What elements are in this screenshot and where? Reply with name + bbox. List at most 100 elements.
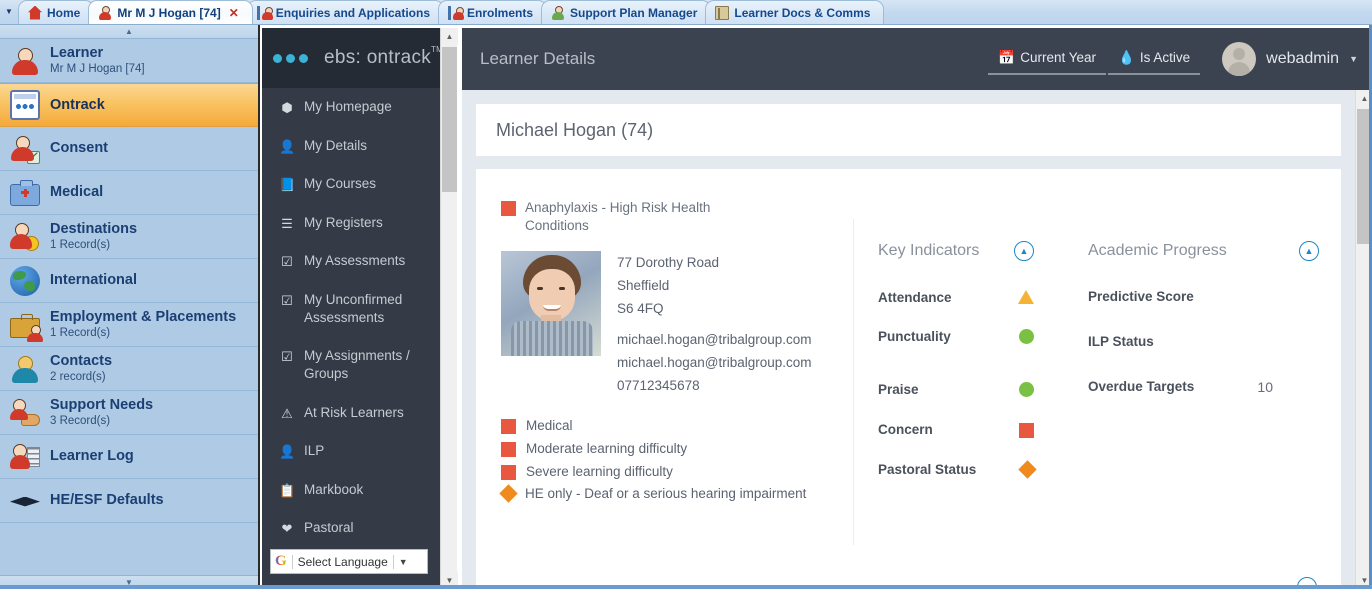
profile-column: 77 Dorothy Road Sheffield S6 4FQ michael…	[476, 250, 836, 504]
chevron-down-icon[interactable]: ▼	[399, 557, 408, 567]
nav-item-my-courses[interactable]: 📘 My Courses	[262, 165, 440, 204]
close-icon[interactable]: ✕	[229, 6, 239, 20]
academic-progress-panel: Academic Progress ▲ Predictive Score ILP…	[1068, 218, 1341, 443]
user-menu[interactable]: webadmin ▼	[1222, 42, 1358, 76]
nav-item-pastoral[interactable]: ❤ Pastoral	[262, 509, 440, 548]
window-bottom-edge	[0, 585, 1372, 589]
progress-label: Overdue Targets	[1088, 379, 1195, 395]
nav-item-my-assignments-groups[interactable]: ☑ My Assignments / Groups	[262, 337, 440, 393]
divider	[392, 554, 394, 569]
sidebar-item-contacts[interactable]: Contacts 2 record(s)	[0, 347, 258, 391]
browser-tab-enquiries[interactable]: Enquiries and Applications	[246, 0, 444, 24]
tab-overflow-arrow[interactable]: ▼	[0, 0, 18, 24]
medical-bag-icon	[10, 179, 40, 206]
nav-item-my-homepage[interactable]: ⬢ My Homepage	[262, 88, 440, 127]
person-check-icon: 👤	[279, 444, 296, 460]
calendar-icon: 📅	[998, 49, 1016, 65]
sidebar-scroll-up[interactable]: ▲	[0, 25, 258, 39]
nav-item-my-registers[interactable]: ☰ My Registers	[262, 204, 440, 243]
nav-item-ilp[interactable]: 👤 ILP	[262, 432, 440, 471]
helping-hand-icon	[10, 398, 40, 428]
sidebar-item-international[interactable]: International	[0, 259, 258, 303]
sidebar-item-employment-placements[interactable]: Employment & Placements 1 Record(s)	[0, 303, 258, 347]
sidebar-item-learner-log[interactable]: Learner Log	[0, 435, 258, 479]
nav-item-label: My Unconfirmed Assessments	[304, 291, 403, 325]
scroll-up-arrow[interactable]: ▲	[441, 28, 458, 45]
page-title: Learner Details	[480, 49, 596, 68]
collapse-icon[interactable]: ▲	[1014, 240, 1034, 261]
trademark-mark: TM	[430, 45, 440, 54]
nav-item-markbook[interactable]: 📋 Markbook	[262, 471, 440, 510]
indicator-label: Punctuality	[878, 328, 951, 344]
globe-icon	[10, 265, 40, 296]
flag-row: HE only - Deaf or a serious hearing impa…	[499, 483, 836, 504]
is-active-button[interactable]: 💧 Is Active	[1108, 44, 1201, 75]
consent-icon: ✓	[10, 134, 40, 164]
sidebar-item-learner[interactable]: Learner Mr M J Hogan [74]	[0, 39, 258, 83]
language-selector[interactable]: G Select Language ▼	[270, 549, 428, 574]
sidebar-item-destinations[interactable]: Destinations 1 Record(s)	[0, 215, 258, 259]
learner-photo	[501, 250, 601, 356]
browser-tab-learner-docs[interactable]: Learner Docs & Comms	[705, 0, 885, 24]
app-header: Learner Details 📅 Current Year 💧 Is Acti…	[462, 28, 1372, 90]
person-green-icon	[551, 5, 565, 20]
sidebar-item-label: International	[50, 272, 138, 289]
sidebar-item-consent[interactable]: ✓ Consent	[0, 127, 258, 171]
ontrack-nav-panel: ebs: ontrack TM ⬢ My Homepage 👤 My Detail…	[262, 28, 440, 589]
sidebar-item-sublabel: Mr M J Hogan [74]	[50, 62, 145, 75]
collapse-icon[interactable]: ▲	[1299, 240, 1319, 261]
browser-tab-learner[interactable]: Mr M J Hogan [74] ✕	[88, 0, 253, 24]
warning-icon: ⚠	[281, 405, 293, 421]
phone-number: 07712345678	[617, 378, 700, 394]
sidebar-items: Learner Mr M J Hogan [74] Ontrack ✓ Cons…	[0, 39, 258, 575]
email-primary: michael.hogan@tribalgroup.com	[617, 331, 812, 347]
sidebar-item-label: Medical	[50, 184, 104, 201]
nav-item-my-details[interactable]: 👤 My Details	[262, 127, 440, 166]
browser-tab-enrolments[interactable]: Enrolments	[438, 0, 548, 24]
sidebar-item-he-esf-defaults[interactable]: HE/ESF Defaults	[0, 479, 258, 523]
triangle-status-icon	[1018, 290, 1034, 305]
indicator-label: Praise	[878, 381, 919, 397]
nav-scrollbar[interactable]: ▲ ▼	[440, 28, 458, 589]
browser-tab-label: Home	[47, 5, 81, 20]
id-card-icon: 👤	[279, 138, 296, 154]
home-icon	[28, 5, 42, 20]
sidebar-item-label: Ontrack	[50, 96, 105, 113]
sidebar-item-label: HE/ESF Defaults	[50, 492, 164, 509]
next-section-card: ▲	[476, 545, 1341, 589]
indicator-row-concern: Concern	[878, 414, 1034, 455]
summary-columns: 77 Dorothy Road Sheffield S6 4FQ michael…	[476, 218, 1341, 589]
nav-item-label: Pastoral	[304, 520, 354, 536]
key-indicators-title: Key Indicators	[878, 241, 980, 259]
progress-label: Predictive Score	[1088, 288, 1194, 304]
indicator-row-praise: Praise	[878, 361, 1034, 414]
browser-tab-label: Mr M J Hogan [74]	[117, 5, 221, 20]
avatar	[1222, 42, 1257, 76]
current-year-button[interactable]: 📅 Current Year	[988, 44, 1107, 75]
learner-name-card: Michael Hogan (74)	[476, 104, 1341, 156]
sidebar-item-sublabel: 3 Record(s)	[50, 414, 111, 427]
sidebar-item-ontrack[interactable]: Ontrack	[0, 83, 258, 127]
browser-tab-strip: ▼ Home Mr M J Hogan [74] ✕ Enquiries and…	[0, 0, 1372, 25]
learner-name-heading: Michael Hogan (74)	[496, 119, 654, 140]
flag-label: Moderate learning difficulty	[526, 440, 688, 456]
ebs-ontrack-logo[interactable]: ebs: ontrack TM	[262, 28, 440, 88]
flag-square-icon	[501, 464, 516, 480]
nav-item-my-unconfirmed-assessments[interactable]: ☑ My Unconfirmed Assessments	[262, 281, 440, 337]
academic-progress-title: Academic Progress	[1088, 241, 1227, 259]
sidebar-item-medical[interactable]: Medical	[0, 171, 258, 215]
browser-tab-home[interactable]: Home	[18, 0, 95, 24]
destinations-icon	[10, 222, 40, 252]
indicator-row-pastoral-status: Pastoral Status	[878, 455, 1037, 494]
nav-item-my-assessments[interactable]: ☑ My Assessments	[262, 242, 440, 281]
browser-tab-support-plan-manager[interactable]: Support Plan Manager	[541, 0, 712, 24]
sidebar-item-label: Employment & Placements	[50, 309, 237, 326]
scrollbar-thumb[interactable]	[442, 47, 457, 192]
content-scroll-area: Michael Hogan (74) Anaphylaxis - High Ri…	[462, 90, 1355, 589]
sidebar-item-support-needs[interactable]: Support Needs 3 Record(s)	[0, 391, 258, 435]
indicator-row-punctuality: Punctuality	[878, 322, 1034, 361]
brand-name: ebs: ontrack	[324, 47, 432, 68]
nav-item-label: My Homepage	[304, 99, 392, 114]
learner-log-icon	[10, 442, 40, 472]
nav-item-at-risk-learners[interactable]: ⚠ At Risk Learners	[262, 394, 440, 433]
